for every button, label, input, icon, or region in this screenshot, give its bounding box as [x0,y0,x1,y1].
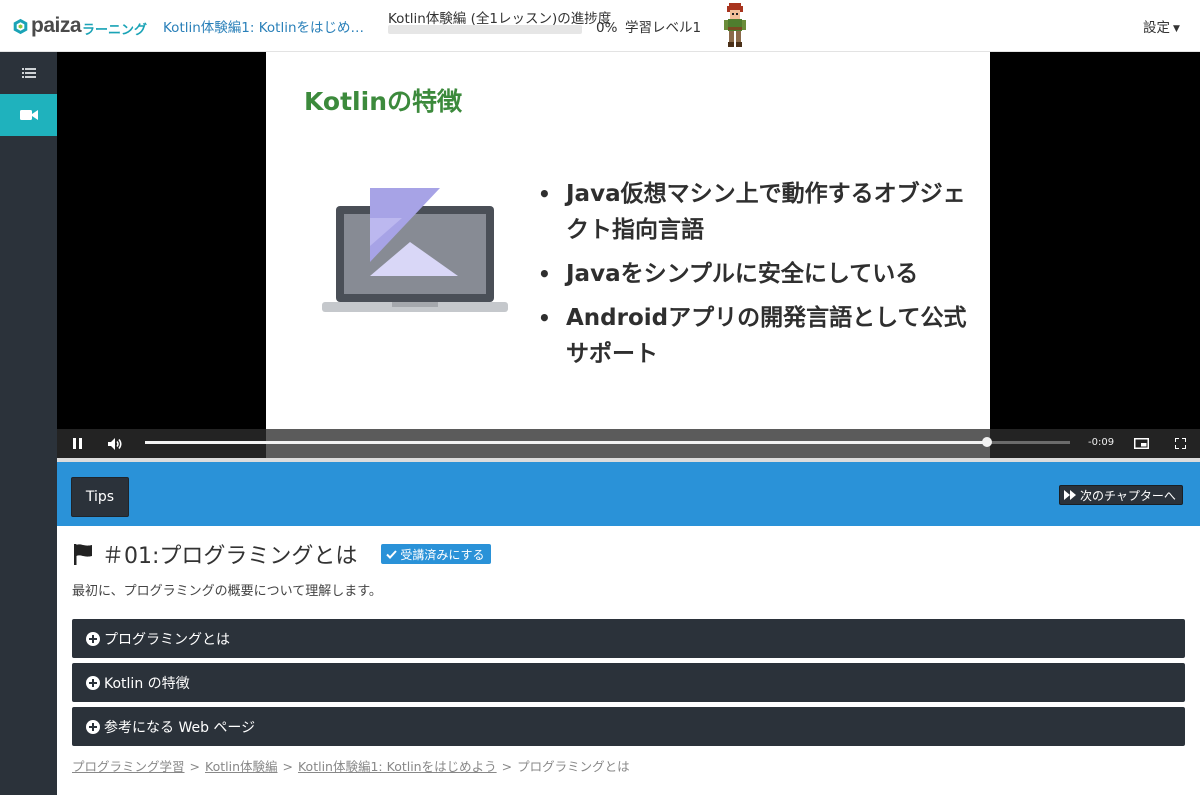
fullscreen-button[interactable] [1166,429,1194,458]
video-camera-icon [19,110,38,120]
check-icon [386,549,398,559]
picture-in-picture-icon [1133,438,1149,449]
progress-title: Kotlin体験編 (全1レッスン)の進捗度 [388,11,612,27]
tab-bar: Tips 次のチャプターへ [57,462,1200,526]
slide-bullet: Javaをシンプルに安全にしている [536,256,976,292]
caret-down-icon: ▼ [1173,24,1180,34]
pause-button[interactable] [63,429,91,458]
breadcrumb: プログラミング学習 > Kotlin体験編 > Kotlin体験編1: Kotlinをは… [72,756,630,775]
fast-forward-icon [1064,490,1076,500]
paiza-logo[interactable]: paiza ラーニング [12,14,147,38]
accordion-reference-pages[interactable]: 参考になる Web ページ [72,707,1185,746]
chapter-header: ＃01:プログラミングとは 受講済みにする [72,540,491,569]
breadcrumb-link[interactable]: Kotlin体験編 [205,759,278,774]
slide-bullet: Java仮想マシン上で動作するオブジェクト指向言語 [536,176,976,248]
breadcrumb-separator: > [189,759,200,774]
breadcrumb-link[interactable]: Kotlin体験編1: Kotlinをはじめよう [298,759,497,774]
tab-tips[interactable]: Tips [71,477,129,517]
progress-percent: 0% [596,20,618,36]
breadcrumb-separator: > [501,759,513,774]
plus-circle-icon [86,675,100,690]
sidebar-item-video[interactable] [0,94,57,136]
plus-circle-icon [86,631,100,646]
character-avatar[interactable] [720,2,750,50]
seek-bar[interactable] [145,437,1070,447]
chapter-title: ＃01:プログラミングとは [102,544,358,569]
picture-in-picture-button[interactable] [1127,429,1155,458]
accordion-label: プログラミングとは [104,631,230,648]
pause-icon [72,438,82,449]
paiza-logo-icon [13,18,28,34]
volume-icon [107,437,121,450]
slide-bullet: Androidアプリの開発言語として公式サポート [536,300,976,372]
progress-bar [388,25,582,34]
settings-dropdown[interactable]: 設定 ▼ [1143,16,1180,36]
logo-word: paiza [31,14,82,37]
fullscreen-icon [1174,438,1186,449]
seek-bar-fill [145,441,987,444]
left-sidebar [0,52,57,795]
breadcrumb-current: プログラミングとは [517,759,630,774]
slide-bullet-list: Java仮想マシン上で動作するオブジェクト指向言語 Javaをシンプルに安全にし… [536,176,976,380]
seek-bar-handle[interactable] [981,437,992,447]
volume-button[interactable] [101,429,129,458]
remaining-time: -0:09 [1088,437,1115,448]
video-controls: -0:09 [57,429,1200,458]
video-slide: Kotlinの特徴 Java仮想マシン上で動作するオブジェクト指向言語 Java… [266,52,990,458]
top-header: paiza ラーニング Kotlin体験編1: Kotlinをはじめ… Kotl… [0,0,1200,52]
settings-label: 設定 [1143,20,1170,36]
plus-circle-icon [86,719,100,734]
accordion-label: 参考になる Web ページ [104,719,256,736]
course-title-link[interactable]: Kotlin体験編1: Kotlinをはじめ… [163,16,364,36]
chapter-intro: 最初に、プログラミングの概要について理解します。 [72,584,382,599]
learning-level: 学習レベル1 [625,20,702,36]
logo-sub: ラーニング [82,21,148,37]
accordion-kotlin-features[interactable]: Kotlin の特徴 [72,663,1185,702]
next-chapter-button[interactable]: 次のチャプターへ [1059,485,1183,505]
list-icon [21,68,36,78]
flag-icon [74,544,92,565]
mark-complete-button[interactable]: 受講済みにする [381,544,491,564]
accordion-what-is-programming[interactable]: プログラミングとは [72,619,1185,658]
breadcrumb-link[interactable]: プログラミング学習 [72,759,185,774]
sidebar-item-list[interactable] [0,52,57,94]
slide-title: Kotlinの特徴 [304,87,462,116]
next-chapter-label: 次のチャプターへ [1080,488,1176,503]
video-player[interactable]: Kotlinの特徴 Java仮想マシン上で動作するオブジェクト指向言語 Java… [57,52,1200,458]
breadcrumb-separator: > [282,759,293,774]
accordion-label: Kotlin の特徴 [104,675,190,692]
laptop-kotlin-logo-image [322,188,508,312]
mark-complete-label: 受講済みにする [400,547,485,562]
